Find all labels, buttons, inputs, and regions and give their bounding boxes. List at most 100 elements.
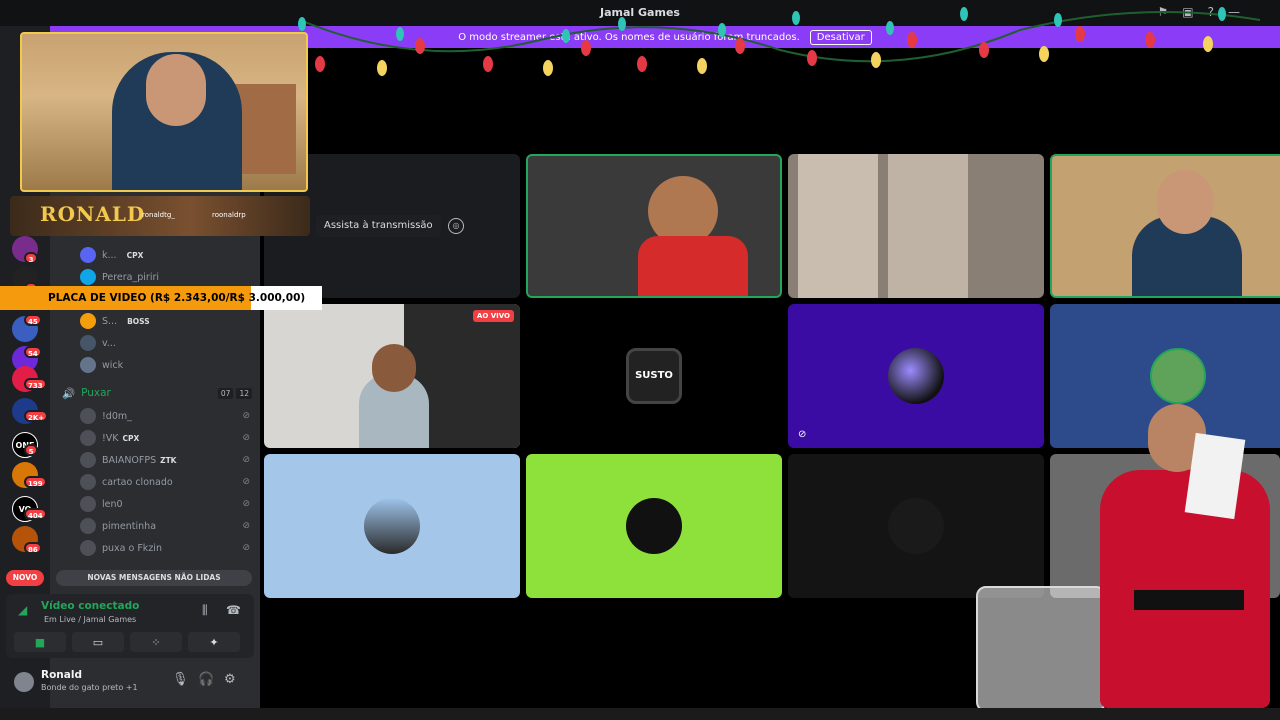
avatar: SUSTO bbox=[626, 348, 682, 404]
voice-user-tag: CPX bbox=[122, 433, 140, 443]
video-tile[interactable] bbox=[526, 454, 782, 598]
voice-channel-icon: 🔊 bbox=[62, 387, 76, 400]
video-tile[interactable]: SUSTO bbox=[526, 304, 782, 448]
streamer-head bbox=[146, 54, 206, 126]
deafened-icon: ⊘ bbox=[242, 499, 250, 509]
light-bulb bbox=[315, 56, 325, 72]
avatar bbox=[888, 348, 944, 404]
member-row[interactable]: wick bbox=[80, 354, 123, 376]
member-row[interactable]: Perera_piriri bbox=[80, 266, 159, 288]
live-badge: AO VIVO bbox=[472, 310, 514, 322]
participant-video bbox=[1157, 170, 1213, 234]
voice-channel-puxar[interactable]: 🔊 Puxar 07 12 bbox=[62, 384, 252, 402]
new-badge[interactable]: NOVO bbox=[6, 570, 44, 586]
voice-user[interactable]: pimentinha ⊘ bbox=[80, 515, 250, 537]
member-name: v... bbox=[102, 337, 116, 349]
notification-badge: 5 bbox=[24, 444, 38, 456]
light-bulb bbox=[871, 52, 881, 68]
user-status: Bonde do gato preto +1 bbox=[41, 683, 138, 692]
soundboard-button[interactable]: ✦ bbox=[188, 632, 240, 652]
light-bulb bbox=[697, 58, 707, 74]
video-tile[interactable] bbox=[788, 154, 1044, 298]
participant-video bbox=[638, 236, 748, 296]
title-bar-controls: ⚑ ▣ ? — bbox=[1158, 5, 1240, 19]
voice-user[interactable]: cartao clonado ⊘ bbox=[80, 471, 250, 493]
minimize-icon[interactable]: — bbox=[1228, 5, 1240, 19]
voice-user[interactable]: len0 ⊘ bbox=[80, 493, 250, 515]
voice-user[interactable]: !VK CPX ⊘ bbox=[80, 427, 250, 449]
title-bar: Jamal Games ⚑ ▣ ? — bbox=[0, 0, 1280, 26]
santa-belt bbox=[1134, 590, 1244, 610]
avatar bbox=[80, 247, 96, 263]
avatar bbox=[80, 357, 96, 373]
member-name: Perera_piriri bbox=[102, 271, 160, 283]
avatar bbox=[364, 498, 420, 554]
notification-badge: 54 bbox=[24, 346, 42, 358]
inbox-icon[interactable]: ⚑ bbox=[1158, 5, 1169, 19]
goal-progress-text: PLACA DE VIDEO (R$ 2.343,00/R$ 3.000,00) bbox=[48, 292, 306, 304]
avatar bbox=[80, 335, 96, 351]
participant-video bbox=[372, 344, 416, 392]
voice-count-max: 12 bbox=[236, 387, 252, 399]
screen-share-button[interactable]: ▭ bbox=[72, 632, 124, 652]
deafened-icon: ⊘ bbox=[242, 433, 250, 443]
voice-user-name: BAIANOFPS bbox=[102, 454, 157, 466]
video-tile[interactable]: AO VIVO bbox=[264, 304, 520, 448]
deactivate-button[interactable]: Desativar bbox=[809, 29, 872, 45]
member-row[interactable]: k... CPX bbox=[80, 244, 143, 266]
microphone-icon[interactable]: 🎙 bbox=[172, 672, 189, 687]
member-tag: CPX bbox=[126, 250, 144, 260]
disconnect-icon[interactable]: ☎ bbox=[226, 603, 241, 617]
deafened-icon: ⊘ bbox=[242, 543, 250, 553]
member-tag: BOSS bbox=[127, 316, 150, 326]
avatar bbox=[80, 408, 96, 424]
avatar bbox=[626, 498, 682, 554]
voice-channel-name: Puxar bbox=[81, 387, 111, 399]
avatar bbox=[80, 540, 96, 556]
notification-badge: 733 bbox=[24, 378, 47, 390]
social-handle: ronaldtg_ bbox=[142, 211, 175, 219]
avatar bbox=[1150, 348, 1206, 404]
avatar bbox=[888, 498, 944, 554]
video-tile[interactable] bbox=[264, 454, 520, 598]
avatar bbox=[80, 474, 96, 490]
voice-user-name: !d0m_ bbox=[102, 410, 132, 422]
watch-stream-button[interactable]: Assista à transmissão bbox=[316, 215, 441, 237]
social-handle: roonaldrp bbox=[212, 211, 246, 219]
help-icon[interactable]: ? bbox=[1208, 5, 1214, 19]
voice-user[interactable]: BAIANOFPS ZTK ⊘ bbox=[80, 449, 250, 471]
participant-video bbox=[798, 154, 878, 298]
member-name: S... bbox=[102, 315, 118, 327]
deafened-icon: ⊘ bbox=[242, 521, 250, 531]
watch-stream-icon[interactable]: ◎ bbox=[448, 218, 464, 234]
avatar[interactable] bbox=[14, 672, 34, 692]
light-bulb bbox=[637, 56, 647, 72]
settings-gear-icon[interactable]: ⚙ bbox=[224, 672, 236, 687]
unread-messages-bar[interactable]: NOVAS MENSAGENS NÃO LIDAS bbox=[56, 570, 252, 586]
noise-suppression-icon[interactable]: ⫼ bbox=[202, 603, 208, 618]
screen-icon[interactable]: ▣ bbox=[1182, 5, 1193, 19]
voice-user[interactable]: puxa o Fkzin ⊘ bbox=[80, 537, 250, 559]
video-tile[interactable]: ⊘ bbox=[788, 304, 1044, 448]
member-name: k... bbox=[102, 249, 117, 261]
member-row[interactable]: v... bbox=[80, 332, 116, 354]
voice-user-name: puxa o Fkzin bbox=[102, 542, 162, 554]
user-panel: Ronald Bonde do gato preto +1 🎙 🎧 ⚙ bbox=[6, 664, 254, 700]
notification-badge: 199 bbox=[24, 476, 47, 488]
voice-status-subtitle[interactable]: Em Live / Jamal Games bbox=[44, 615, 136, 624]
headphones-icon[interactable]: 🎧 bbox=[198, 672, 214, 687]
camera-button[interactable]: ■ bbox=[14, 632, 66, 652]
video-tile[interactable] bbox=[526, 154, 782, 298]
webcam-overlay bbox=[20, 32, 308, 192]
deafened-icon: ⊘ bbox=[242, 477, 250, 487]
member-row[interactable]: S... BOSS bbox=[80, 310, 150, 332]
voice-user[interactable]: !d0m_ ⊘ bbox=[80, 405, 250, 427]
video-tile[interactable] bbox=[788, 454, 1044, 598]
notification-badge: 2K+ bbox=[24, 410, 49, 422]
video-tile[interactable] bbox=[1050, 154, 1280, 298]
glass-overlay bbox=[976, 586, 1106, 712]
activities-button[interactable]: ⁘ bbox=[130, 632, 182, 652]
light-bulb bbox=[1039, 46, 1049, 62]
avatar bbox=[80, 430, 96, 446]
signal-icon[interactable]: ◢ bbox=[18, 603, 27, 617]
